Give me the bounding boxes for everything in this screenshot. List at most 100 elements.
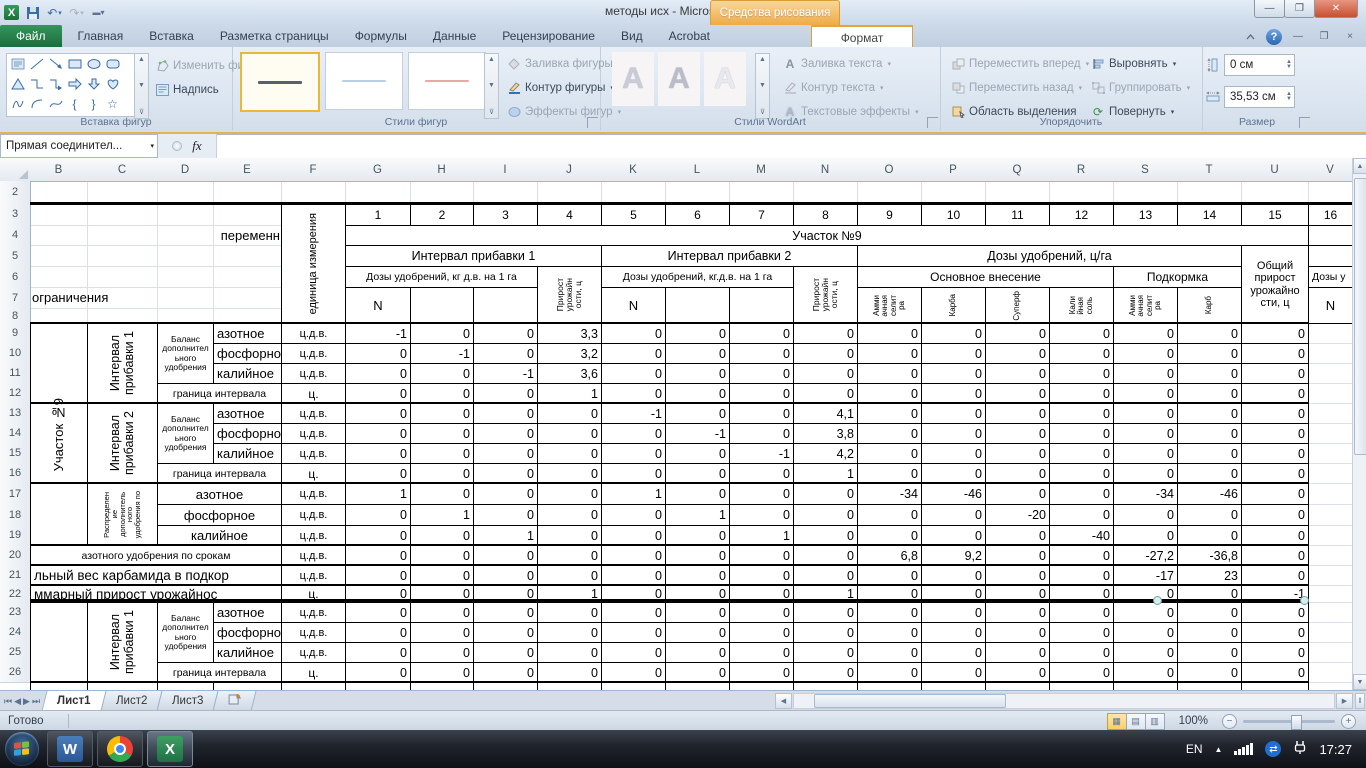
width-spinner-icons[interactable]: ▲ ▼ [1286,91,1294,102]
cell-value[interactable]: 0 [857,403,922,424]
show-hidden-icons[interactable]: ▲ [1215,745,1223,754]
cell-value[interactable]: 0 [793,525,858,546]
cell-value[interactable]: 0 [857,363,922,384]
cell-var-number[interactable]: 15 [1241,203,1309,226]
cell-value[interactable]: 0 [537,662,602,683]
cell-value[interactable]: 0 [921,504,986,526]
clock[interactable]: 17:27 [1319,742,1352,757]
cell-value[interactable]: 0 [1049,662,1114,683]
cell-unit[interactable]: ц. [281,662,346,683]
cell-value[interactable]: 0 [410,463,474,484]
cell-value[interactable]: 0 [729,662,794,683]
cell-var-number[interactable]: 11 [985,203,1050,226]
cell-value[interactable]: 0 [793,662,858,683]
column-header-J[interactable]: J [537,158,602,182]
cell-value[interactable]: 0 [1241,443,1309,464]
cell-value[interactable]: 0 [1113,525,1178,546]
cell-value[interactable]: 0 [1177,443,1242,464]
cell-value[interactable]: 0 [793,642,858,663]
cell-value[interactable]: 0 [1177,383,1242,404]
cell-value[interactable]: -40 [1049,525,1114,546]
cell-value[interactable]: 0 [601,443,666,464]
cell-value[interactable]: 0 [537,463,602,484]
cell-value[interactable]: 0 [473,622,538,643]
cell-value[interactable]: 0 [1177,525,1242,546]
shape-triangle-icon[interactable] [8,75,27,92]
shape-style-1[interactable] [240,52,320,112]
cell-clipped[interactable] [985,682,1050,690]
undo-icon[interactable]: ↶ ▾ [46,4,63,21]
cell-value[interactable]: 0 [1241,504,1309,526]
cell-unit[interactable]: ц. [281,383,346,404]
cell-value[interactable]: 0 [729,383,794,404]
cell-value[interactable]: 0 [985,642,1050,663]
column-header-P[interactable]: P [921,158,986,182]
cell-value[interactable]: 0 [345,463,411,484]
cell-value[interactable]: 0 [601,383,666,404]
cell-clipped[interactable] [921,682,986,690]
row-header-3[interactable]: 3 [0,203,31,226]
cell-var-number[interactable]: 7 [729,203,794,226]
cell-empty[interactable] [473,287,538,324]
start-button[interactable] [5,732,39,766]
cell-value[interactable]: 0 [985,363,1050,384]
height-spinner-icons[interactable]: ▲ ▼ [1286,59,1294,70]
cell-value[interactable]: -1 [473,363,538,384]
cell-var-number[interactable]: 6 [665,203,730,226]
connector-endpoint-handle[interactable] [1153,596,1162,605]
cell-value[interactable]: 0 [665,622,730,643]
cell-value[interactable]: 0 [410,323,474,344]
taskbar-chrome-button[interactable] [97,731,143,767]
cell-fertilizer-header[interactable]: Кали йная соль [1049,287,1114,324]
cell-value[interactable]: 0 [473,323,538,344]
cell-value[interactable]: 0 [410,483,474,505]
cell-clipped[interactable] [473,682,538,690]
cell-value[interactable]: 0 [473,504,538,526]
cell-row-label[interactable]: азотное [213,403,282,424]
cell-value[interactable]: 0 [921,343,986,364]
cell-uchastok-next[interactable] [30,602,88,690]
cell-clipped[interactable] [729,682,794,690]
cell-value[interactable]: 0 [665,565,730,586]
cell-value[interactable]: 0 [1241,642,1309,663]
column-header-B[interactable]: B [30,158,88,182]
connector-endpoint-handle[interactable] [1300,596,1309,605]
row-header-22[interactable]: 22 [0,585,31,603]
cell-value[interactable]: 0 [921,363,986,384]
cell-fertilizer-header[interactable]: Амми ачная селит ра [1113,287,1178,324]
worksheet-grid[interactable]: B C D E F G H I J K L M N O P Q R S T U V 2 3 4 5 6 7 8 9 10 11 12 13 14 1… [0,158,1366,690]
cell-ogranicheniya[interactable]: ограничения [32,287,282,308]
cell-value[interactable]: 0 [1177,602,1242,623]
row-header-23[interactable]: 23 [0,602,31,623]
collapse-ribbon-icon[interactable] [1240,28,1260,45]
cell-n-label[interactable]: N [601,287,666,324]
cell-obshchiy[interactable]: Общий прирост урожайно сти, ц [1241,245,1309,324]
shape-down-arrow-icon[interactable] [84,75,103,92]
cell-value[interactable]: 0 [793,622,858,643]
wordart-style-2[interactable]: A [658,52,700,106]
name-box-dropdown-icon[interactable]: ▾ [150,142,154,150]
cell-value[interactable]: 0 [601,323,666,344]
page-break-view-icon[interactable]: ▥ [1144,712,1165,730]
cell-row-label[interactable]: азотного удобрения по срокам [30,545,282,566]
zoom-out-icon[interactable]: − [1222,713,1237,729]
cell-value[interactable]: 0 [345,443,411,464]
cell-unit[interactable]: ц.д.в. [281,403,346,424]
cell-value[interactable]: 0 [985,662,1050,683]
cell-value[interactable]: 0 [857,642,922,663]
cell-clipped[interactable] [157,682,214,690]
row-header-10[interactable]: 10 [0,343,31,364]
cell-value[interactable]: 0 [921,565,986,586]
cell-uchastok[interactable]: Участок №9 [345,225,1309,246]
cell-row-label[interactable]: калийное [213,443,282,464]
cell-value[interactable]: 0 [1177,662,1242,683]
cell-value[interactable]: 0 [793,545,858,566]
shape-styles-scroll[interactable]: ▲ ▼ ⊽ [484,53,499,119]
formula-input[interactable] [217,134,1366,158]
cell-row-label[interactable]: фосфорное [213,423,282,444]
cell-value[interactable]: 0 [473,483,538,505]
insert-worksheet-button[interactable] [212,691,257,711]
cell-value[interactable]: 0 [473,642,538,663]
cell-value[interactable]: 0 [793,323,858,344]
row-header-18[interactable]: 18 [0,504,31,526]
